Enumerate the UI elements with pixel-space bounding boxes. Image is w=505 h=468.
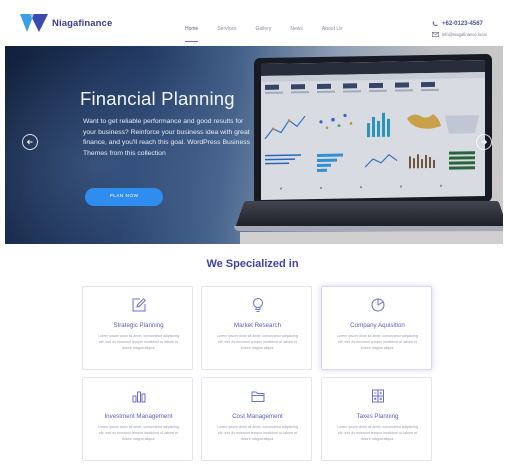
slider-next-button[interactable] (476, 134, 492, 150)
service-card-cost-management[interactable]: Cost Management Lorem ipsum dolor sit am… (201, 377, 312, 461)
arrow-right-icon (481, 139, 488, 145)
service-card-taxes-planning[interactable]: Taxes Planning Lorem ipsum dolor sit ame… (321, 377, 432, 461)
bulb-icon (252, 298, 263, 312)
service-card-company-aquisition[interactable]: Company Aquisition Lorem ipsum dolor sit… (321, 286, 432, 370)
logo-mark-icon (20, 14, 48, 32)
card-title: Cost Management (232, 413, 283, 420)
nav-item-home[interactable]: Home (185, 26, 199, 42)
card-title: Investment Management (104, 413, 173, 420)
card-description: Lorem ipsum dolor sit amet, consectetur … (98, 334, 179, 350)
pie-chart-icon (371, 298, 384, 312)
arrow-left-icon (26, 139, 33, 145)
service-card-investment-management[interactable]: Investment Management Lorem ipsum dolor … (82, 377, 193, 461)
plan-now-button[interactable]: PLAN NOW (85, 188, 163, 206)
card-description: Lorem ipsum dolor sit amet, consectetur … (98, 425, 179, 441)
phone-icon (432, 20, 442, 28)
nav-item-news[interactable]: News (290, 26, 303, 38)
slider-prev-button[interactable] (22, 134, 38, 150)
phone-number[interactable]: +62-0123-4567 (442, 21, 483, 27)
service-card-strategic-planning[interactable]: Strategic Planning Lorem ipsum dolor sit… (82, 286, 193, 370)
email-address[interactable]: info@niagafinance.local (442, 32, 487, 37)
card-description: Lorem ipsum dolor sit amet, consectetur … (217, 425, 298, 441)
card-title: Taxes Planning (356, 413, 399, 420)
card-title: Strategic Planning (113, 322, 164, 329)
card-description: Lorem ipsum dolor sit amet, consectetur … (337, 334, 418, 350)
logo[interactable]: Niagafinance (20, 14, 112, 32)
main-nav: Home Services Gallery News About Us (185, 26, 361, 42)
card-description: Lorem ipsum dolor sit amet, consectetur … (217, 334, 298, 350)
service-card-market-research[interactable]: Market Research Lorem ipsum dolor sit am… (201, 286, 312, 370)
card-title: Company Aquisition (350, 322, 405, 329)
bar-chart-icon (132, 391, 145, 403)
brand-name: Niagafinance (52, 17, 113, 29)
nav-item-services[interactable]: Services (217, 26, 236, 38)
section-title: We Specialized in (206, 258, 299, 270)
contact-info: +62-0123-4567 info@niagafinance.local (432, 18, 487, 40)
nav-item-about[interactable]: About Us (322, 26, 343, 38)
card-title: Market Research (233, 322, 282, 329)
hero-slider: Financial Planning Want to get reliable … (5, 46, 503, 244)
nav-item-gallery[interactable]: Gallery (256, 26, 272, 38)
card-description: Lorem ipsum dolor sit amet, consectetur … (337, 425, 418, 441)
hero-description: Want to get reliable performance and goo… (83, 118, 251, 157)
hero-title: Financial Planning (80, 88, 235, 109)
edit-icon (132, 298, 146, 312)
folder-icon (251, 391, 264, 402)
site-header: Niagafinance Home Services Gallery News … (0, 0, 505, 46)
email-icon (432, 31, 442, 39)
calculator-icon (371, 389, 384, 403)
